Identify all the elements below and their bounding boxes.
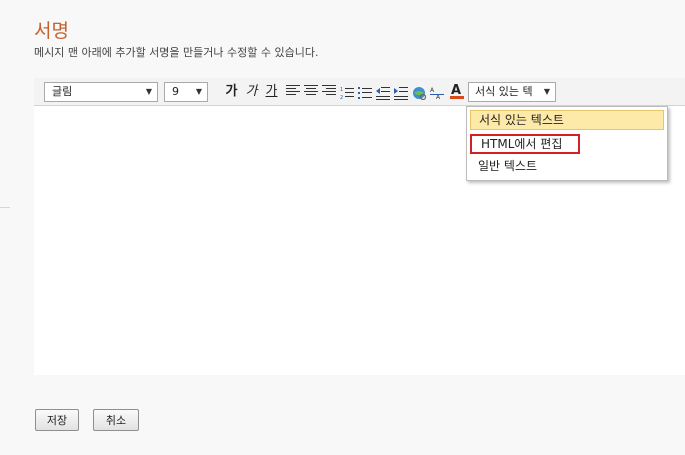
format-mode-dropdown: 서식 있는 텍스트 HTML에서 편집 일반 텍스트 (466, 106, 668, 181)
spell-check-icon[interactable]: AA (430, 85, 444, 101)
svg-text:A: A (430, 87, 435, 94)
insert-link-icon[interactable] (412, 85, 427, 101)
format-mode-value: 서식 있는 텍 (475, 85, 533, 98)
font-family-select[interactable]: 글림 ▼ (44, 82, 158, 102)
bold-button[interactable]: 가 (224, 82, 239, 102)
svg-text:2: 2 (340, 95, 343, 100)
bullet-list-icon[interactable] (358, 85, 372, 99)
svg-text:A: A (451, 83, 461, 98)
format-option-plain-text[interactable]: 일반 텍스트 (470, 157, 664, 177)
align-right-icon[interactable] (322, 85, 336, 99)
decrease-indent-icon[interactable] (376, 85, 390, 100)
numbered-list-icon[interactable]: 12 (340, 85, 354, 101)
editor-toolbar: 글림 ▼ 9 ▼ 가 가 가 12 A A A 서식 있는 텍 ▼ (34, 78, 685, 106)
chevron-down-icon: ▼ (543, 87, 550, 96)
left-divider (0, 207, 10, 208)
italic-button[interactable]: 가 (244, 82, 259, 102)
chevron-down-icon: ▼ (195, 87, 202, 96)
format-mode-select[interactable]: 서식 있는 텍 ▼ (468, 82, 556, 102)
underline-button[interactable]: 가 (264, 82, 279, 102)
align-left-icon[interactable] (286, 85, 300, 99)
format-option-html[interactable]: HTML에서 편집 (470, 134, 580, 154)
page-title: 서명 (34, 20, 69, 42)
cancel-button[interactable]: 취소 (93, 409, 139, 431)
chevron-down-icon: ▼ (145, 87, 152, 96)
font-color-swatch (450, 96, 464, 99)
font-size-value: 9 (172, 85, 179, 98)
format-option-rich-text[interactable]: 서식 있는 텍스트 (470, 110, 664, 130)
font-size-select[interactable]: 9 ▼ (164, 82, 208, 102)
align-center-icon[interactable] (304, 85, 318, 99)
save-button[interactable]: 저장 (35, 409, 79, 431)
font-color-icon[interactable]: A (450, 83, 464, 99)
svg-text:1: 1 (340, 87, 343, 93)
increase-indent-icon[interactable] (394, 85, 408, 100)
font-family-value: 글림 (52, 85, 73, 98)
page-description: 메시지 맨 아래에 추가할 서명을 만들거나 수정할 수 있습니다. (34, 46, 319, 59)
